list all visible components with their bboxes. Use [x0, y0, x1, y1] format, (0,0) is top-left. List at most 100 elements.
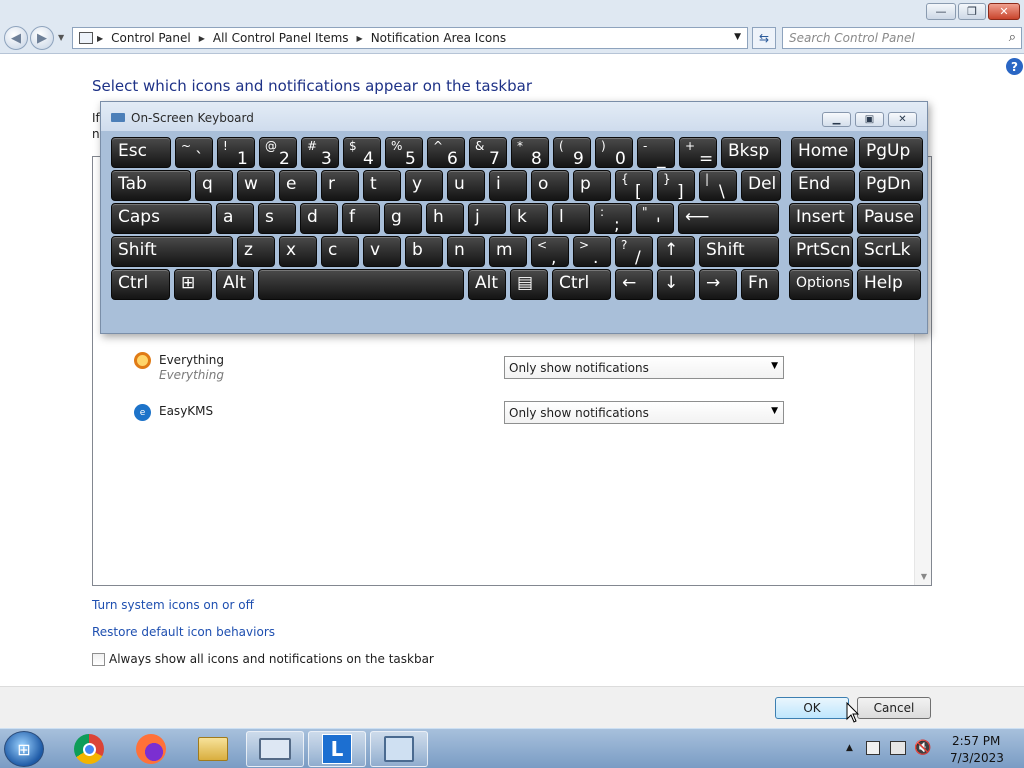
key-c[interactable]: c [321, 236, 359, 267]
cancel-button[interactable]: Cancel [857, 697, 931, 719]
clock-time[interactable]: 2:57 PM [952, 734, 1000, 748]
key-end[interactable]: End [791, 170, 855, 201]
restore-default-behaviors-link[interactable]: Restore default icon behaviors [92, 625, 275, 639]
key-b[interactable]: b [405, 236, 443, 267]
breadcrumb-separator-icon[interactable]: ▶ [195, 34, 209, 43]
taskbar-l-app[interactable]: L [308, 731, 366, 767]
osk-close-button[interactable]: ✕ [888, 112, 917, 127]
key-prtscn[interactable]: PrtScn [789, 236, 853, 267]
key-6[interactable]: ^ 6 [427, 137, 465, 169]
key-shift[interactable]: Shift [699, 236, 779, 267]
key-shift[interactable]: Shift [111, 236, 233, 267]
key-l[interactable]: l [552, 203, 590, 234]
key-del[interactable]: Del [741, 170, 781, 201]
key-d[interactable]: d [300, 203, 338, 234]
breadcrumb-control-panel[interactable]: Control Panel [107, 31, 195, 45]
help-icon[interactable]: ? [1006, 58, 1023, 75]
key-5[interactable]: % 5 [385, 137, 423, 169]
key-p[interactable]: p [573, 170, 611, 201]
key-8[interactable]: * 8 [511, 137, 549, 169]
key-9[interactable]: (9 [553, 137, 591, 169]
key-v[interactable]: v [363, 236, 401, 267]
key-r0k12[interactable]: - _ [637, 137, 675, 169]
taskbar-explorer[interactable] [184, 731, 242, 767]
key-o[interactable]: o [531, 170, 569, 201]
key-q[interactable]: q [195, 170, 233, 201]
key-7[interactable]: & 7 [469, 137, 507, 169]
clock-date[interactable]: 7/3/2023 [950, 751, 1004, 765]
maximize-button[interactable]: ❐ [958, 3, 986, 20]
key-w[interactable]: w [237, 170, 275, 201]
key-bksp[interactable]: Bksp [721, 137, 781, 168]
key-options[interactable]: Options [789, 269, 853, 300]
key-pgdn[interactable]: PgDn [859, 170, 923, 201]
key-space[interactable] [258, 269, 464, 300]
key-pgup[interactable]: PgUp [859, 137, 923, 168]
key-r4k5[interactable]: ▤ [510, 269, 548, 300]
ok-button[interactable]: OK [775, 697, 849, 719]
key-home[interactable]: Home [791, 137, 855, 168]
key-x[interactable]: x [279, 236, 317, 267]
osk-titlebar[interactable]: On-Screen Keyboard ▁ ▣ ✕ [101, 102, 927, 131]
action-center-icon[interactable] [866, 741, 880, 755]
key-j[interactable]: j [468, 203, 506, 234]
key-r2k10[interactable]: :; [594, 203, 632, 235]
key-4[interactable]: $4 [343, 137, 381, 169]
search-icon[interactable]: ⌕ [1009, 30, 1016, 45]
recent-pages-dropdown[interactable]: ▼ [58, 33, 64, 42]
key-r1k11[interactable]: {[ [615, 170, 653, 202]
taskbar-control-panel[interactable] [370, 731, 428, 767]
key-r1k13[interactable]: | \ [699, 170, 737, 202]
key-pause[interactable]: Pause [857, 203, 921, 234]
key-t[interactable]: t [363, 170, 401, 201]
key-esc[interactable]: Esc [111, 137, 171, 168]
forward-button[interactable]: ▶ [30, 26, 54, 50]
key-tab[interactable]: Tab [111, 170, 191, 201]
key-i[interactable]: i [489, 170, 527, 201]
key-ctrl[interactable]: Ctrl [111, 269, 170, 300]
behavior-select-easykms[interactable]: Only show notifications ▼ [504, 401, 784, 424]
always-show-option[interactable]: Always show all icons and notifications … [92, 652, 434, 666]
key-r3k8[interactable]: <, [531, 236, 569, 268]
key-k[interactable]: k [510, 203, 548, 234]
key-1[interactable]: ! 1 [217, 137, 255, 169]
search-input[interactable]: Search Control Panel ⌕ [782, 27, 1022, 49]
scroll-down-icon[interactable]: ▼ [921, 572, 927, 581]
breadcrumb-all-items[interactable]: All Control Panel Items [209, 31, 353, 45]
key-help[interactable]: Help [857, 269, 921, 300]
osk-maximize-button[interactable]: ▣ [855, 112, 884, 127]
refresh-button[interactable]: ⇆ [752, 27, 776, 49]
key-3[interactable]: #3 [301, 137, 339, 169]
always-show-checkbox[interactable] [92, 652, 105, 666]
turn-system-icons-link[interactable]: Turn system icons on or off [92, 598, 254, 612]
key-caps[interactable]: Caps [111, 203, 212, 234]
key-ctrl[interactable]: Ctrl [552, 269, 611, 300]
key-a[interactable]: a [216, 203, 254, 234]
key-h[interactable]: h [426, 203, 464, 234]
key-r4k8[interactable]: ↓ [657, 269, 695, 300]
show-hidden-icons-button[interactable]: ▲ [846, 743, 853, 753]
address-dropdown-icon[interactable]: ▼ [734, 32, 741, 42]
key-r2k12[interactable]: ⟵ [678, 203, 779, 234]
volume-muted-icon[interactable]: 🔇 [914, 740, 931, 756]
key-z[interactable]: z [237, 236, 275, 267]
always-show-label[interactable]: Always show all icons and notifications … [109, 652, 434, 666]
start-button[interactable]: ⊞ [4, 731, 44, 767]
key-r4k7[interactable]: ← [615, 269, 653, 300]
key-s[interactable]: s [258, 203, 296, 234]
key-e[interactable]: e [279, 170, 317, 201]
key-0[interactable]: ) 0 [595, 137, 633, 169]
key-insert[interactable]: Insert [789, 203, 853, 234]
taskbar-osk[interactable] [246, 731, 304, 767]
taskbar-chrome[interactable] [60, 731, 118, 767]
minimize-button[interactable]: — [926, 3, 956, 20]
key-r4k9[interactable]: → [699, 269, 737, 300]
key-n[interactable]: n [447, 236, 485, 267]
key-fn[interactable]: Fn [741, 269, 779, 300]
taskbar-firefox[interactable] [122, 731, 180, 767]
key-r3k10[interactable]: ? / [615, 236, 653, 268]
key-f[interactable]: f [342, 203, 380, 234]
key-r0k13[interactable]: + = [679, 137, 717, 169]
key-r1k12[interactable]: }] [657, 170, 695, 202]
key-m[interactable]: m [489, 236, 527, 267]
